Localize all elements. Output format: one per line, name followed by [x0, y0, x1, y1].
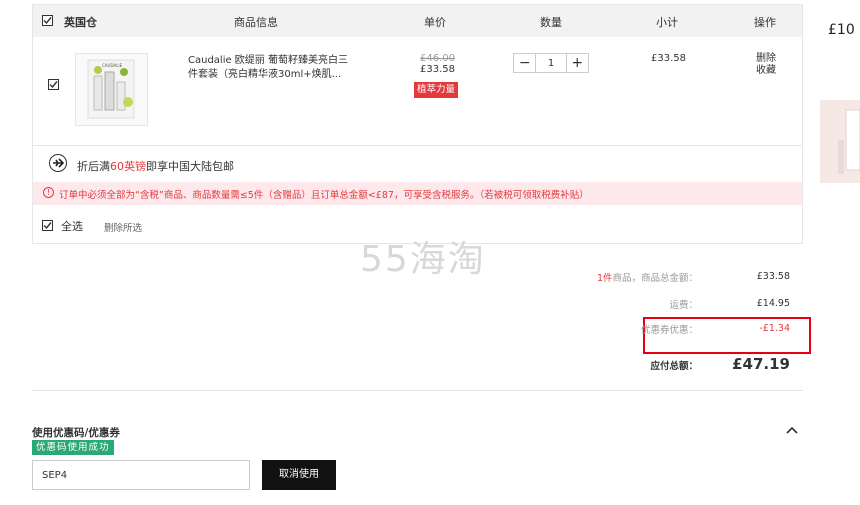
header-quantity: 数量	[540, 16, 562, 29]
quantity-stepper: − 1 +	[513, 53, 589, 73]
item-count: 1件	[596, 273, 613, 284]
cart-table: 英国仓 商品信息 单价 数量 小计 操作 CAUDALIE Caudalie 欧…	[32, 4, 803, 244]
header-subtotal: 小计	[656, 16, 678, 29]
tax-warning: ! 订单中必须全部为“含税”商品、商品数量需≤5件（含赠品）且订单总金额<£87…	[33, 182, 802, 205]
unit-price: £33.58	[420, 64, 455, 75]
chevron-up-icon[interactable]	[783, 422, 801, 440]
promo-badge: 植萃力量	[414, 82, 459, 98]
warning-icon: !	[43, 187, 54, 198]
warehouse-checkbox[interactable]	[42, 15, 53, 26]
item-checkbox[interactable]	[48, 79, 59, 90]
coupon-value: -£1.34	[759, 323, 790, 334]
side-ad-image	[820, 100, 860, 183]
shipping-threshold: 60英镑	[110, 160, 146, 173]
item-subtotal: £33.58	[651, 53, 686, 64]
cart-item-row: CAUDALIE Caudalie 欧缇丽 葡萄籽臻美亮白三 件套装（亮白精华液…	[33, 37, 802, 146]
shipping-promo: 折后满60英镑即享中国大陆包邮	[33, 146, 802, 182]
header-unit-price: 单价	[424, 16, 446, 29]
goods-total: £33.58	[756, 271, 790, 282]
total-value: £47.19	[732, 355, 790, 373]
side-ad-price: £10	[828, 22, 855, 38]
airplane-icon	[49, 154, 67, 172]
total-label: 应付总额：	[650, 361, 698, 372]
svg-text:CAUDALIE: CAUDALIE	[102, 63, 123, 68]
warehouse-label: 英国仓	[64, 16, 97, 29]
cancel-coupon-button[interactable]: 取消使用	[262, 460, 336, 490]
shipping-value: £14.95	[756, 298, 790, 309]
coupon-code-input[interactable]: SEP4	[32, 460, 250, 490]
coupon-label: 优惠券优惠：	[640, 325, 698, 336]
side-ad[interactable]: £10	[820, 0, 860, 183]
delete-link[interactable]: 删除	[756, 53, 776, 65]
header-action: 操作	[754, 16, 776, 29]
coupon-success-badge: 优惠码使用成功	[32, 440, 114, 455]
quantity-input[interactable]: 1	[535, 54, 567, 72]
watermark: 55海淘	[360, 239, 486, 280]
coupon-title: 使用优惠码/优惠券	[32, 427, 120, 439]
cart-header: 英国仓 商品信息 单价 数量 小计 操作	[33, 5, 802, 37]
favorite-link[interactable]: 收藏	[756, 65, 776, 77]
delete-selected-link[interactable]: 删除所选	[104, 220, 142, 234]
increase-button[interactable]: +	[567, 54, 588, 72]
coupon-code-value: SEP4	[42, 470, 68, 481]
warning-text: 订单中必须全部为“含税”商品、商品数量需≤5件（含赠品）且订单总金额<£87，可…	[59, 190, 589, 201]
original-price: £46.00	[420, 53, 455, 64]
shipping-label: 运费：	[669, 300, 698, 311]
product-image[interactable]: CAUDALIE	[75, 53, 148, 126]
divider	[32, 390, 803, 391]
product-title[interactable]: Caudalie 欧缇丽 葡萄籽臻美亮白三 件套装（亮白精华液30ml+焕肌..…	[188, 54, 368, 82]
select-all-checkbox[interactable]	[42, 220, 53, 231]
header-product: 商品信息	[234, 16, 278, 29]
item-actions: 删除 收藏	[756, 53, 776, 77]
decrease-button[interactable]: −	[514, 54, 535, 72]
select-all-label[interactable]: 全选	[61, 218, 83, 234]
